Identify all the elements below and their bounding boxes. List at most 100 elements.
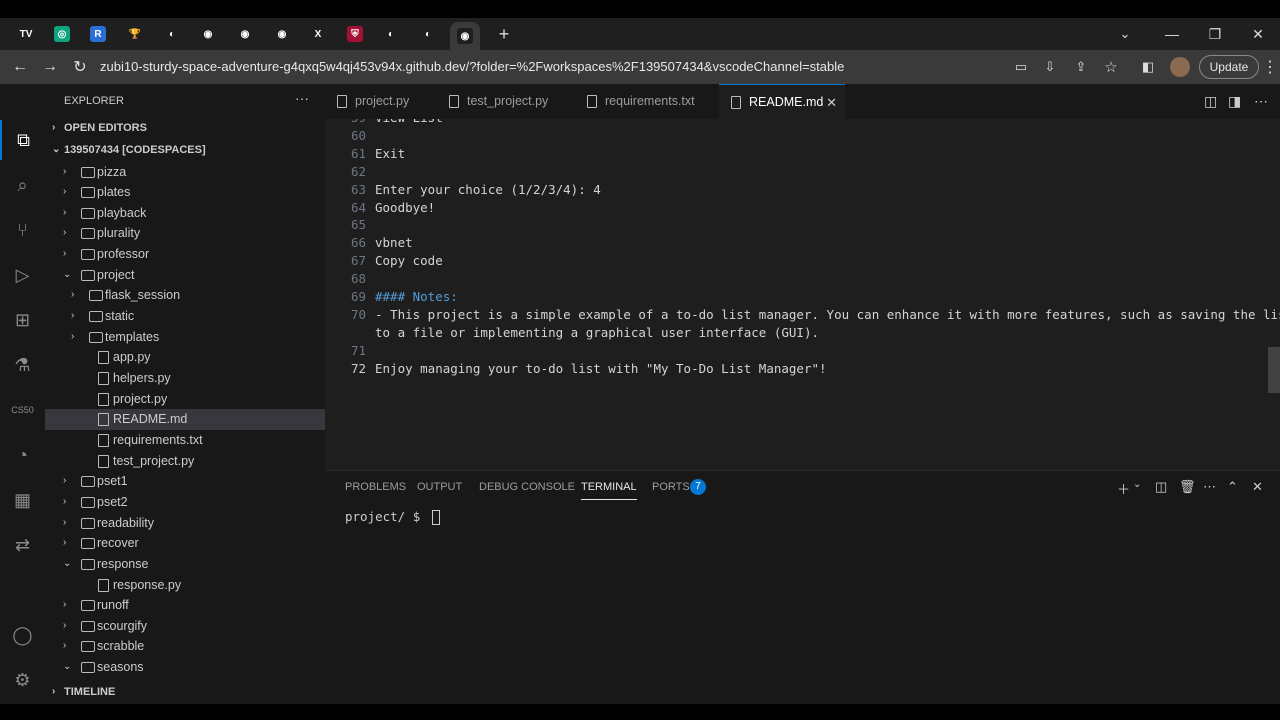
search-icon[interactable]: ⌕ xyxy=(0,165,45,205)
tree-file[interactable]: helpers.py xyxy=(45,368,325,389)
workspace-section[interactable]: ⌄ 139507434 [CODESPACES] xyxy=(45,139,325,161)
editor-scrollbar[interactable] xyxy=(1268,347,1280,393)
editor-tab[interactable]: project.py xyxy=(325,84,437,119)
close-tab-icon[interactable]: ✕ xyxy=(826,85,837,120)
chevron-right-icon: › xyxy=(63,186,67,198)
address-bar[interactable]: zubi10-sturdy-space-adventure-g4qxq5w4qj… xyxy=(100,56,1000,78)
update-button[interactable]: Update xyxy=(1199,55,1259,79)
panel-tab[interactable]: PORTS xyxy=(652,481,690,493)
code-editor[interactable]: 59 View List 60 61 Exit 62 63 Enter your choice… xyxy=(325,119,1280,469)
minimize-icon[interactable]: — xyxy=(1158,22,1186,46)
back-icon[interactable]: ← xyxy=(8,56,32,78)
open-editors-section[interactable]: › OPEN EDITORS xyxy=(45,117,325,139)
docker-icon[interactable]: ▦ xyxy=(0,480,45,520)
folder-icon xyxy=(81,249,95,261)
close-panel-icon[interactable]: ✕ xyxy=(1252,479,1263,495)
browser-tab[interactable]: ◉ xyxy=(230,22,260,46)
panel-tab[interactable]: DEBUG CONSOLE xyxy=(479,481,575,493)
trash-icon[interactable]: 🗑 xyxy=(1179,479,1196,495)
tree-folder[interactable]: ⌄ response xyxy=(45,554,325,575)
tree-file[interactable]: requirements.txt xyxy=(45,430,325,451)
account-icon[interactable]: ◯ xyxy=(0,615,45,655)
browser-tab[interactable]: ◎ xyxy=(47,22,77,46)
extensions-icon[interactable]: ⊞ xyxy=(0,300,45,340)
tree-folder[interactable]: › readability xyxy=(45,513,325,534)
sidepanel-icon[interactable]: ◧ xyxy=(1136,56,1160,78)
bookmark-star-icon[interactable]: ☆ xyxy=(1099,56,1123,78)
maximize-panel-icon[interactable]: ⌃ xyxy=(1227,479,1238,495)
browser-tab[interactable]: 🏆 xyxy=(120,22,150,46)
tree-folder[interactable]: › pizza xyxy=(45,162,325,183)
timeline-section[interactable]: › TIMELINE xyxy=(45,681,325,703)
browser-tab[interactable]: ◐ xyxy=(157,22,187,46)
tree-folder[interactable]: › scrabble xyxy=(45,636,325,657)
files-icon[interactable]: ⧉ xyxy=(0,120,45,160)
panel-tab[interactable]: PROBLEMS xyxy=(345,481,406,493)
code-line: Enjoy managing your to-do list with "My … xyxy=(375,360,827,376)
browser-tab[interactable]: ◐ xyxy=(413,22,443,46)
tree-file[interactable]: response.py xyxy=(45,575,325,596)
settings-gear-icon[interactable]: ⚙ xyxy=(0,660,45,700)
browser-tab[interactable]: ◉ xyxy=(450,22,480,50)
new-terminal-icon[interactable]: ＋ xyxy=(1117,479,1130,498)
browser-tab[interactable]: ◉ xyxy=(267,22,297,46)
folder-icon xyxy=(81,228,95,240)
tree-folder[interactable]: › pset2 xyxy=(45,492,325,513)
open-preview-icon[interactable]: ◫ xyxy=(1204,93,1217,110)
panel-tab[interactable]: OUTPUT xyxy=(417,481,462,493)
editor-tab[interactable]: test_project.py xyxy=(437,84,575,119)
split-editor-icon[interactable]: ◨ xyxy=(1228,93,1241,110)
browser-tab[interactable]: TV xyxy=(11,22,41,46)
avatar[interactable] xyxy=(1170,57,1190,77)
tree-folder[interactable]: › static xyxy=(45,306,325,327)
testing-icon[interactable]: ⚗ xyxy=(0,345,45,385)
terminal[interactable]: project/ $ xyxy=(345,509,440,525)
tab-search-chevron-icon[interactable]: ⌄ xyxy=(1110,22,1140,46)
tree-folder[interactable]: › plurality xyxy=(45,223,325,244)
more-actions-icon[interactable]: ··· xyxy=(295,90,309,106)
panel-more-icon[interactable]: ⋯ xyxy=(1203,479,1216,495)
browser-toolbar: ← → ↻ zubi10-sturdy-space-adventure-g4qx… xyxy=(0,50,1280,84)
tree-folder[interactable]: › flask_session xyxy=(45,285,325,306)
restore-icon[interactable]: ❐ xyxy=(1201,22,1229,46)
tree-folder[interactable]: › playback xyxy=(45,203,325,224)
site-info-icon[interactable] xyxy=(78,56,102,78)
tree-folder[interactable]: › scourgify xyxy=(45,616,325,637)
tree-folder[interactable]: › plates xyxy=(45,182,325,203)
forward-icon[interactable]: → xyxy=(38,56,62,78)
browser-tab[interactable]: X xyxy=(303,22,333,46)
tree-folder[interactable]: › recover xyxy=(45,533,325,554)
source-control-icon[interactable]: ⑂ xyxy=(0,210,45,250)
cs50-icon[interactable]: CS50 xyxy=(0,390,45,430)
editor-more-icon[interactable]: ⋯ xyxy=(1254,93,1268,110)
tree-file[interactable]: app.py xyxy=(45,347,325,368)
tree-folder[interactable]: › professor xyxy=(45,244,325,265)
share-icon[interactable]: ⇪ xyxy=(1069,56,1093,78)
tree-folder[interactable]: › runoff xyxy=(45,595,325,616)
remote-icon[interactable]: ⇄ xyxy=(0,525,45,565)
tree-folder[interactable]: ⌄ seasons xyxy=(45,657,325,678)
split-terminal-icon[interactable]: ◫ xyxy=(1155,479,1167,495)
new-tab-icon[interactable]: + xyxy=(489,22,519,46)
folder-icon xyxy=(81,538,95,550)
browser-tab[interactable]: ◐ xyxy=(376,22,406,46)
editor-tab[interactable]: README.md ✕ xyxy=(719,84,845,119)
tree-file[interactable]: README.md xyxy=(45,409,325,430)
tree-folder[interactable]: › pset1 xyxy=(45,471,325,492)
browser-tab[interactable]: R xyxy=(83,22,113,46)
browser-menu-icon[interactable]: ⋮ xyxy=(1258,56,1280,78)
tree-file[interactable]: project.py xyxy=(45,389,325,410)
terminal-dropdown-icon[interactable]: ⌄ xyxy=(1133,479,1141,490)
browser-tab[interactable]: ⛨ xyxy=(340,22,370,46)
tree-folder[interactable]: › templates xyxy=(45,327,325,348)
tree-file[interactable]: test_project.py xyxy=(45,451,325,472)
editor-tab[interactable]: requirements.txt xyxy=(575,84,719,119)
open-in-app-icon[interactable]: ▭ xyxy=(1009,56,1033,78)
tree-folder[interactable]: ⌄ project xyxy=(45,265,325,286)
close-window-icon[interactable]: ✕ xyxy=(1244,22,1272,46)
install-icon[interactable]: ⇩ xyxy=(1038,56,1062,78)
panel-tab[interactable]: TERMINAL xyxy=(581,481,637,500)
duck-icon[interactable]: ◔ xyxy=(0,435,45,475)
browser-tab[interactable]: ◉ xyxy=(193,22,223,46)
run-debug-icon[interactable]: ▷ xyxy=(0,255,45,295)
